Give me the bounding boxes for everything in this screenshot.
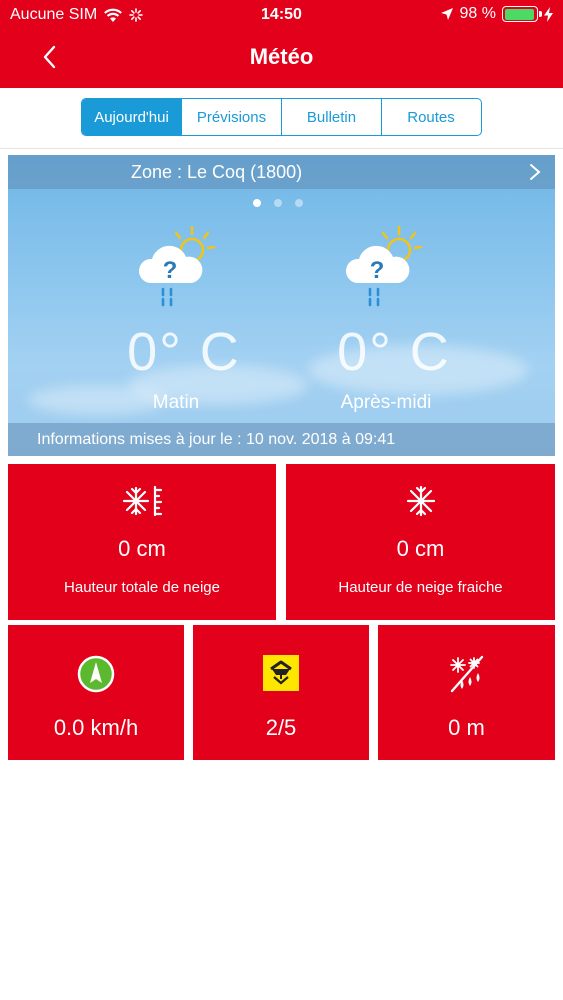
location-arrow-icon — [440, 8, 453, 20]
page-dot[interactable] — [253, 199, 261, 207]
page-dot[interactable] — [274, 199, 282, 207]
wind-value: 0.0 km/h — [53, 715, 139, 740]
nav-bar: Météo — [0, 30, 563, 88]
svg-text:?: ? — [163, 257, 178, 284]
afternoon-temperature: 0° C — [337, 322, 451, 382]
tab-previsions[interactable]: Prévisions — [182, 99, 282, 135]
header: Aucune SIM 14:50 98 % Météo — [0, 0, 563, 88]
chevron-right-icon — [530, 164, 541, 180]
zone-selector[interactable]: Zone : Le Coq (1800) — [8, 155, 555, 189]
zone-label: Zone : Le Coq (1800) — [131, 162, 303, 182]
snow-limit-value: 0 m — [448, 715, 485, 740]
morning-label: Matin — [152, 392, 200, 413]
fresh-snow-caption: Hauteur de neige fraiche — [338, 579, 503, 596]
snow-rain-limit-icon — [449, 655, 483, 693]
status-bar: Aucune SIM 14:50 98 % — [0, 0, 563, 30]
tab-routes[interactable]: Routes — [382, 99, 480, 135]
total-snow-caption: Hauteur totale de neige — [64, 579, 220, 596]
afternoon-label: Après-midi — [340, 392, 432, 413]
fresh-snow-value: 0 cm — [396, 536, 445, 561]
tab-bulletin[interactable]: Bulletin — [282, 99, 382, 135]
update-text: Informations mises à jour le : 10 nov. 2… — [37, 431, 396, 448]
unknown-weather-rain-sun-icon: ? — [345, 225, 423, 307]
avalanche-tile[interactable]: 2/5 — [193, 625, 369, 760]
divider — [0, 148, 563, 149]
battery-icon — [502, 6, 542, 22]
battery-percent: 98 % — [459, 5, 496, 22]
total-snow-tile[interactable]: 0 cm Hauteur totale de neige — [8, 464, 276, 620]
page-indicator[interactable] — [253, 199, 303, 207]
snow-gauge-icon — [122, 485, 163, 517]
wind-tile[interactable]: 0.0 km/h — [8, 625, 184, 760]
tab-aujourdhui[interactable]: Aujourd'hui — [82, 99, 182, 135]
charging-bolt-icon — [544, 6, 553, 22]
unknown-weather-rain-sun-icon: ? — [138, 225, 216, 307]
page-title: Météo — [249, 44, 314, 69]
wind-direction-icon — [77, 655, 115, 693]
snow-limit-tile[interactable]: 0 m — [378, 625, 555, 760]
morning-temperature: 0° C — [127, 322, 241, 382]
svg-text:?: ? — [370, 257, 385, 284]
snowflake-icon — [406, 485, 435, 517]
tab-bar: Aujourd'hui Prévisions Bulletin Routes — [81, 98, 482, 136]
avalanche-value: 2/5 — [265, 715, 297, 740]
total-snow-value: 0 cm — [118, 536, 166, 561]
page-dot[interactable] — [295, 199, 303, 207]
avalanche-risk-icon — [263, 655, 299, 691]
weather-card[interactable]: Zone : Le Coq (1800) ? ? 0° C 0° C Matin… — [8, 155, 555, 456]
fresh-snow-tile[interactable]: 0 cm Hauteur de neige fraiche — [286, 464, 555, 620]
update-info: Informations mises à jour le : 10 nov. 2… — [8, 423, 555, 456]
